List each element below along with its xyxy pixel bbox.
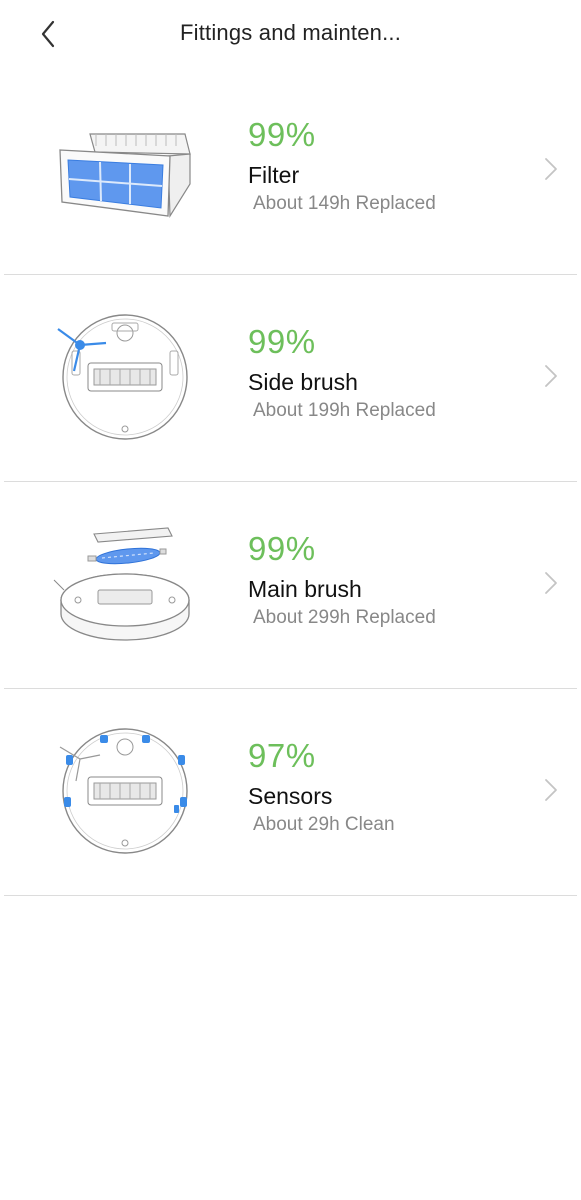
fitting-item-main-brush[interactable]: 99% Main brush About 299h Replaced [4, 482, 577, 689]
fitting-subtitle: About 199h Replaced [253, 400, 436, 422]
fitting-name: Main brush [248, 576, 362, 602]
fitting-subtitle: About 149h Replaced [253, 193, 436, 215]
sensors-image [59, 728, 188, 854]
fitting-subtitle: About 29h Clean [253, 814, 395, 836]
fitting-item-side-brush[interactable]: 99% Side brush About 199h Replaced [4, 275, 577, 482]
fitting-percent: 99% [248, 530, 316, 567]
fitting-subtitle: About 299h Replaced [253, 607, 436, 629]
fitting-percent: 99% [248, 323, 316, 360]
fitting-item-sensors[interactable]: 97% Sensors About 29h Clean [4, 689, 577, 896]
fitting-info: 99% Side brush About 199h Replaced [248, 325, 436, 422]
fitting-name: Filter [248, 162, 300, 188]
chevron-right-icon [545, 158, 557, 180]
chevron-right-icon [545, 365, 557, 387]
main-brush-image [53, 527, 190, 641]
page-title: Fittings and mainten... [179, 20, 402, 45]
header: Fittings and mainten... [0, 0, 581, 68]
fitting-item-filter[interactable]: 99% Filter About 149h Replaced [4, 68, 577, 275]
filter-image [59, 133, 191, 218]
chevron-right-icon [545, 779, 557, 801]
fittings-list: 99% Filter About 149h Replaced 99% Side … [0, 68, 581, 896]
fitting-info: 99% Filter About 149h Replaced [248, 118, 436, 215]
fitting-name: Side brush [248, 369, 358, 395]
fitting-percent: 99% [248, 116, 316, 153]
fitting-name: Sensors [248, 783, 333, 809]
chevron-right-icon [545, 572, 557, 594]
fitting-info: 99% Main brush About 299h Replaced [248, 532, 436, 629]
fitting-info: 97% Sensors About 29h Clean [248, 739, 395, 836]
fitting-percent: 97% [248, 737, 316, 774]
side-brush-image [57, 314, 188, 440]
